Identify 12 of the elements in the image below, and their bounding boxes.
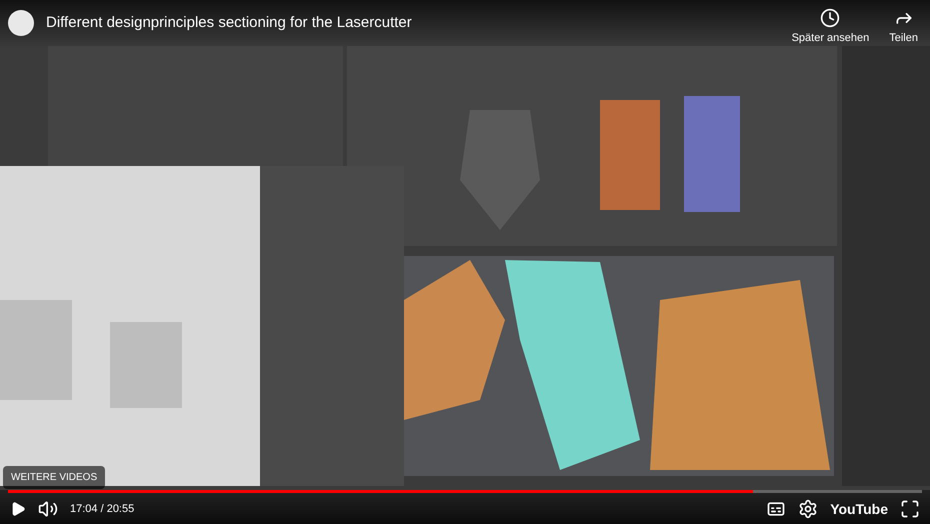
fullscreen-button[interactable] bbox=[900, 499, 920, 519]
share-button[interactable]: Teilen bbox=[885, 8, 922, 46]
settings-button[interactable] bbox=[798, 499, 818, 519]
time-display: 17:04 / 20:55 bbox=[70, 502, 134, 517]
play-button[interactable] bbox=[10, 501, 26, 517]
youtube-logo[interactable]: YouTube bbox=[830, 498, 888, 520]
video-title[interactable]: Different designprinciples sectioning for the Lasercutter bbox=[46, 8, 776, 38]
clock-icon bbox=[820, 8, 840, 28]
progress-track[interactable] bbox=[8, 490, 922, 493]
more-videos-button[interactable]: WEITERE VIDEOS bbox=[3, 466, 106, 489]
watch-later-button[interactable]: Später ansehen bbox=[788, 8, 874, 46]
volume-button[interactable] bbox=[38, 499, 58, 519]
